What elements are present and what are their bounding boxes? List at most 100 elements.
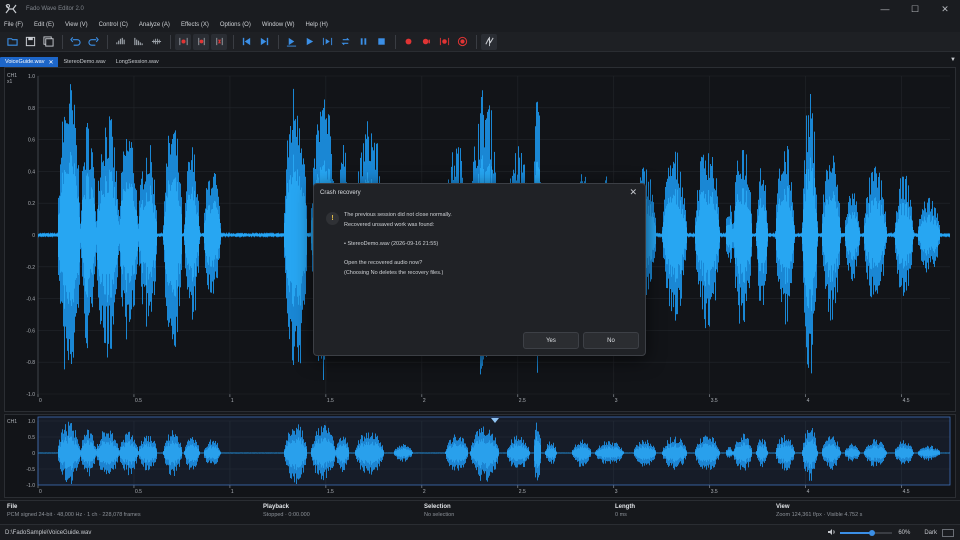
skip-start-icon[interactable] (238, 34, 254, 50)
menu-control[interactable]: Control (C) (99, 22, 128, 28)
tab-label: LongSession.wav (115, 59, 159, 65)
y-tick-label: 0.5 (28, 435, 35, 441)
marker-split-icon[interactable] (193, 33, 209, 50)
marker-red-icon[interactable] (175, 33, 191, 50)
record-punch-icon[interactable] (436, 34, 452, 50)
x-tick-label: 3.5 (711, 398, 718, 404)
play-selection-icon[interactable] (319, 34, 335, 50)
tab-voiceguide[interactable]: VoiceGuide.wav ✕ (0, 57, 59, 67)
mixer-icon[interactable] (481, 33, 497, 50)
status-file: File PCM signed 24-bit · 48,000 Hz · 1 c… (7, 504, 141, 518)
app-logo-icon (4, 3, 18, 15)
file-path: D:\FadoSample\VoiceGuide.wav (5, 529, 92, 536)
tab-label: VoiceGuide.wav (5, 59, 45, 65)
record-icon[interactable] (400, 34, 416, 50)
speaker-icon[interactable] (827, 528, 836, 538)
tab-label: StereoDemo.wav (63, 59, 106, 65)
y-tick-label: -0.6 (26, 328, 35, 334)
x-tick-label: 1 (231, 398, 234, 404)
menu-file[interactable]: File (F) (4, 22, 23, 28)
save-icon[interactable] (22, 34, 38, 50)
pause-icon[interactable] (355, 34, 371, 50)
zoom-slider-handle[interactable] (868, 530, 875, 536)
dialog-close-icon[interactable]: ✕ (629, 187, 637, 198)
menu-help[interactable]: Help (H) (306, 22, 328, 28)
yes-button[interactable]: Yes (523, 332, 579, 349)
spectrum-icon[interactable] (130, 34, 146, 50)
x-tick-label: 2.5 (519, 398, 526, 404)
tab-list-dropdown-icon[interactable]: ▼ (950, 57, 956, 63)
marker-delete-icon[interactable] (211, 33, 227, 50)
y-tick-label: -1.0 (26, 483, 35, 489)
x-tick-label: 0 (39, 398, 42, 404)
y-tick-label: -0.2 (26, 265, 35, 271)
warning-icon: ! (326, 212, 339, 225)
status-view: View Zoom 124,361 f/px · Visible 4.752 s (776, 504, 863, 518)
toolbar-separator (233, 34, 234, 49)
open-icon[interactable] (4, 34, 20, 50)
y-tick-label: 0.2 (28, 201, 35, 207)
y-tick-label: 1.0 (28, 74, 35, 80)
status-selection: Selection No selection (424, 504, 455, 518)
tab-stereodemo[interactable]: StereoDemo.wav (58, 57, 110, 67)
dialog-message: The previous session did not close norma… (344, 212, 452, 276)
x-tick-label: 2 (423, 398, 426, 404)
minimize-button[interactable]: — (870, 0, 900, 18)
waveform-overview[interactable]: CH1 0 0.5 1 1.5 2 2.5 3 3.5 4 4.5 1.0 0.5 0 -0.5 -1.0 (4, 414, 956, 498)
stop-icon[interactable] (373, 34, 389, 50)
status-length: Length 0 ms (615, 504, 635, 518)
status-playback: Playback Stopped · 0:00.000 (263, 504, 310, 518)
zoom-slider[interactable] (840, 530, 893, 536)
overview-canvas[interactable]: 0 0.5 1 1.5 2 2.5 3 3.5 4 4.5 1.0 0.5 0 -0.5 -1.0 (5, 415, 955, 497)
record-monitor-icon[interactable] (454, 34, 470, 50)
no-button[interactable]: No (583, 332, 639, 349)
tab-close-icon[interactable]: ✕ (48, 59, 53, 66)
status-panel: File PCM signed 24-bit · 48,000 Hz · 1 c… (0, 500, 960, 524)
y-tick-label: 0.8 (28, 106, 35, 112)
redo-icon[interactable] (85, 34, 101, 50)
play-from-start-icon[interactable] (283, 34, 299, 50)
y-tick-label: -0.5 (26, 467, 35, 473)
x-tick-label: 0 (39, 489, 42, 495)
menu-options[interactable]: Options (O) (220, 22, 251, 28)
menu-effects[interactable]: Effects (X) (181, 22, 209, 28)
waveform-bars-icon[interactable] (112, 34, 128, 50)
x-tick-label: 0.5 (135, 398, 142, 404)
menu-bar: File (F) Edit (E) View (V) Control (C) A… (0, 18, 960, 32)
play-icon[interactable] (301, 34, 317, 50)
y-tick-label: -1.0 (26, 392, 35, 398)
skip-end-icon[interactable] (256, 34, 272, 50)
theme-toggle[interactable] (942, 529, 954, 537)
toolbar (0, 32, 960, 52)
x-tick-label: 2.5 (519, 489, 526, 495)
visible-range-highlight (37, 416, 951, 486)
x-tick-label: 3.5 (711, 489, 718, 495)
x-tick-label: 2 (423, 489, 426, 495)
y-tick-label: 0 (32, 451, 35, 457)
close-window-button[interactable]: ✕ (930, 0, 960, 18)
x-tick-label: 4.5 (903, 489, 910, 495)
menu-edit[interactable]: Edit (E) (34, 22, 54, 28)
menu-view[interactable]: View (V) (65, 22, 88, 28)
toolbar-separator (62, 34, 63, 49)
y-tick-label: 0.6 (28, 138, 35, 144)
loop-icon[interactable] (337, 34, 353, 50)
crash-recovery-dialog: Crash recovery ✕ ! The previous session … (313, 183, 646, 356)
maximize-button[interactable]: ☐ (900, 0, 930, 18)
menu-window[interactable]: Window (W) (262, 22, 295, 28)
menu-analyze[interactable]: Analyze (A) (139, 22, 170, 28)
toolbar-separator (395, 34, 396, 49)
x-tick-label: 4 (807, 398, 810, 404)
record-append-icon[interactable] (418, 34, 434, 50)
y-tick-label: 0 (32, 233, 35, 239)
undo-icon[interactable] (67, 34, 83, 50)
x-tick-label: 4.5 (903, 398, 910, 404)
channel-label: CH1 x1 (7, 73, 18, 85)
path-bar: D:\FadoSample\VoiceGuide.wav 60% Dark (0, 524, 960, 540)
save-all-icon[interactable] (40, 34, 56, 50)
zoom-percent: 60% (898, 530, 911, 536)
normalize-icon[interactable] (148, 34, 164, 50)
toolbar-separator (476, 34, 477, 49)
theme-label: Dark (924, 530, 937, 536)
tab-longsession[interactable]: LongSession.wav (111, 57, 164, 67)
